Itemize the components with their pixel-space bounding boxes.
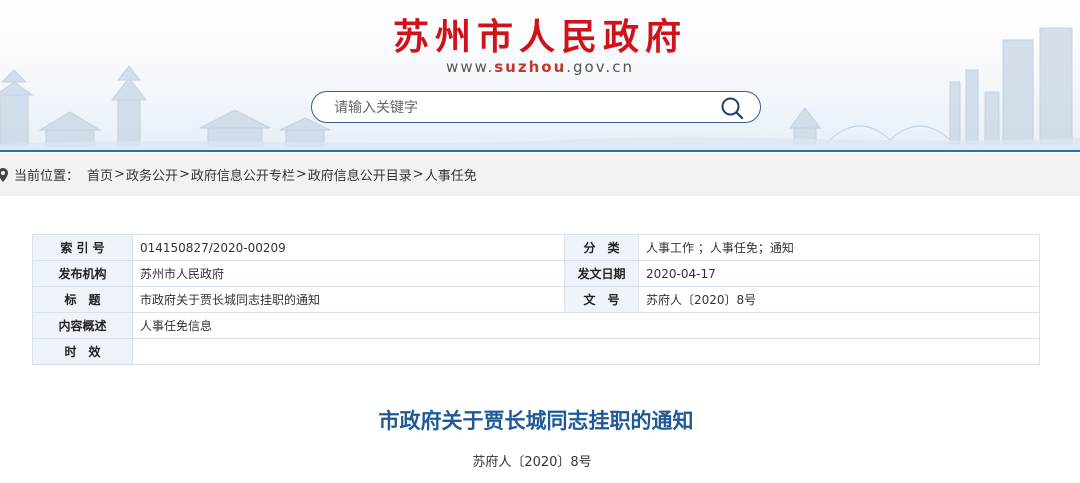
- date-label: 发文日期: [564, 260, 639, 287]
- breadcrumb-info-catalog[interactable]: 政府信息公开目录: [308, 165, 412, 184]
- search-box: [311, 91, 761, 123]
- breadcrumb-personnel[interactable]: 人事任免: [425, 165, 477, 184]
- breadcrumb-separator: >: [412, 167, 424, 182]
- site-url[interactable]: www.suzhou.gov.cn: [0, 58, 1080, 76]
- validity-value: [132, 338, 1040, 365]
- breadcrumb-separator: >: [295, 167, 307, 182]
- date-value: 2020-04-17: [638, 260, 1040, 287]
- table-row: 发布机构 苏州市人民政府 发文日期 2020-04-17: [32, 260, 1040, 287]
- breadcrumb-info-column[interactable]: 政府信息公开专栏: [191, 165, 295, 184]
- breadcrumb-separator: >: [178, 167, 190, 182]
- breadcrumb: 当前位置： 首页 > 政务公开 > 政府信息公开专栏 > 政府信息公开目录 > …: [0, 153, 1080, 196]
- table-row: 内容概述 人事任免信息: [32, 312, 1040, 339]
- document-info-table: 索 引 号 014150827/2020-00209 分 类 人事工作 ；人事任…: [32, 234, 1040, 365]
- breadcrumb-label: 当前位置：: [14, 169, 80, 184]
- breadcrumb-separator: >: [114, 167, 125, 182]
- docno-label: 文 号: [564, 286, 639, 313]
- search-icon[interactable]: [720, 96, 744, 120]
- header-divider: [0, 150, 1080, 152]
- url-prefix: www.: [446, 58, 495, 76]
- site-title: 苏州市人民政府: [392, 16, 687, 58]
- breadcrumb-home[interactable]: 首页: [87, 165, 113, 184]
- summary-value: 人事任免信息: [132, 312, 1040, 339]
- category-label: 分 类: [564, 234, 639, 261]
- docno-value: 苏府人〔2020〕8号: [638, 286, 1040, 313]
- category-value: 人事工作 ；人事任免；通知: [638, 234, 1040, 261]
- title-value: 市政府关于贾长城同志挂职的通知: [132, 286, 565, 313]
- article-doc-number: 苏府人〔2020〕8号: [472, 455, 592, 470]
- table-row: 索 引 号 014150827/2020-00209 分 类 人事工作 ；人事任…: [32, 234, 1040, 261]
- title-label: 标 题: [32, 286, 133, 313]
- publisher-value: 苏州市人民政府: [132, 260, 565, 287]
- site-header: 苏州市人民政府 www.suzhou.gov.cn: [0, 0, 1080, 152]
- summary-label: 内容概述: [32, 312, 133, 339]
- url-domain: suzhou: [494, 58, 567, 76]
- url-suffix: .gov.cn: [566, 58, 634, 76]
- index-value: 014150827/2020-00209: [132, 234, 565, 261]
- table-row: 标 题 市政府关于贾长城同志挂职的通知 文 号 苏府人〔2020〕8号: [32, 286, 1040, 313]
- search-input[interactable]: [334, 98, 694, 118]
- table-row: 时 效: [32, 338, 1040, 365]
- article-title: 市政府关于贾长城同志挂职的通知: [378, 409, 694, 433]
- index-label: 索 引 号: [32, 234, 133, 261]
- publisher-label: 发布机构: [32, 260, 133, 287]
- breadcrumb-gov-affairs[interactable]: 政务公开: [126, 165, 178, 184]
- location-pin-icon: [0, 167, 8, 182]
- validity-label: 时 效: [32, 338, 133, 365]
